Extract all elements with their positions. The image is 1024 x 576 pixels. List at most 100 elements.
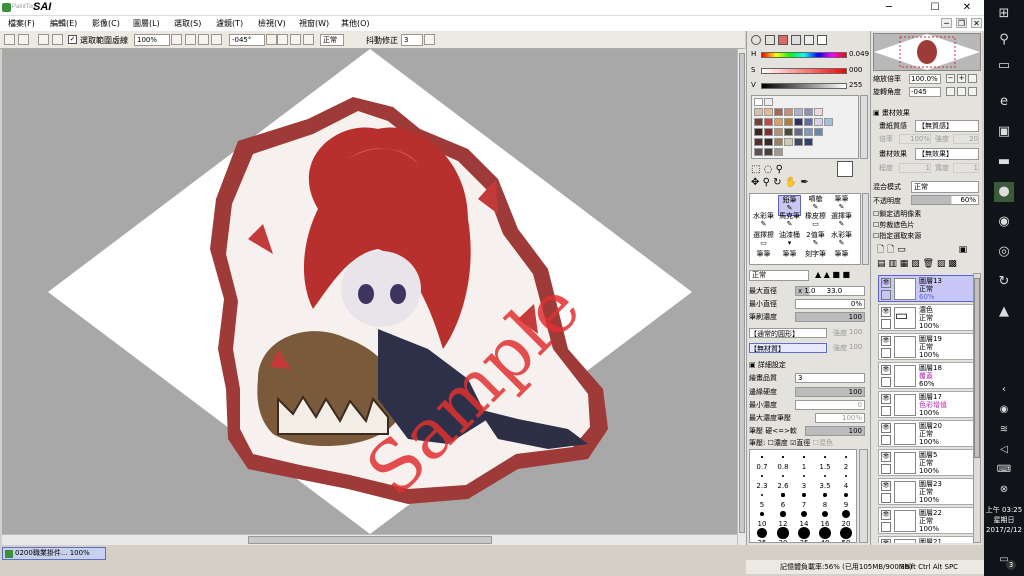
layer-row[interactable]: 👁 圖層20 正常 100% [878,420,973,447]
paper-scale-field[interactable]: 100% [899,134,931,144]
rgb-slider-icon[interactable] [765,35,775,45]
layer-lock-checkbox[interactable] [881,319,891,329]
tool-select-eraser[interactable]: 選擇擦 ▭ [752,231,775,252]
document-tab[interactable]: 0200職業掛件... 100% [2,547,106,560]
brush-size-dot[interactable] [823,474,827,478]
zoom-reset-icon[interactable] [211,34,222,45]
rotate-right-icon[interactable] [290,34,301,45]
swatch-grid[interactable] [751,95,859,159]
zoom-dropdown-icon[interactable] [171,34,182,45]
lasso-icon[interactable]: ◌ [764,164,773,175]
brush-size-dot[interactable] [761,456,763,458]
brush-tip-shapes[interactable]: ▲ ▲ ■ ■ [815,270,865,281]
zoom-in-icon[interactable] [198,34,209,45]
vertical-scrollbar[interactable] [737,49,746,545]
clock[interactable]: 上午 03:25 星期日 2017/2/12 [984,505,1024,545]
menu-file[interactable]: 檔案(F) [8,18,35,29]
layer-lock-checkbox[interactable] [881,377,891,387]
canvas-area[interactable]: Sample [2,49,737,534]
saturation-slider[interactable]: S 000 [751,66,867,75]
blend-mode-select[interactable]: 正常 [911,181,979,193]
new-folder-icon[interactable]: ▭ [897,245,906,255]
paint-tool-sai-icon[interactable]: ● [994,182,1014,202]
layer-row[interactable]: 👁 圖層18 覆蓋 60% [878,362,973,389]
close-button[interactable]: ✕ [950,0,984,16]
brush-size-dot[interactable] [803,456,805,458]
selection-aa-checkbox[interactable]: ✓ [68,35,77,44]
brush-mode-select[interactable]: 正常 [749,270,809,281]
intermediate-color-icon[interactable] [791,35,801,45]
opacity-slider[interactable]: 60% [911,195,979,205]
tool-eraser[interactable]: 橡皮擦 ▭ [804,212,827,233]
eye-icon[interactable]: 👁 [881,510,891,520]
nav-rotate-left-icon[interactable] [946,87,955,96]
density-row[interactable]: 筆刷濃度 100 [749,312,867,323]
sync-icon[interactable]: ↻ [994,272,1014,292]
saturation-bar[interactable] [761,68,847,74]
paper-strength-field[interactable]: 20 [953,134,979,144]
brush-size-dot[interactable] [798,527,810,539]
brush-size-dot[interactable] [777,527,789,539]
nav-zoom-out-icon[interactable]: − [946,74,955,83]
app-icon-2[interactable]: ▲ [994,302,1014,322]
nav-zoom-value[interactable]: 100.0% [909,74,941,84]
menu-select[interactable]: 選取(S) [174,18,201,29]
clipping-row[interactable]: ☐剪裁遮色片 [873,220,914,230]
brush-size-dot[interactable] [760,493,764,497]
nav-zoom-in-icon[interactable]: + [957,74,966,83]
nav-zoom-reset-icon[interactable] [968,74,977,83]
sound-icon[interactable]: ◁ [994,440,1014,460]
max-size-row[interactable]: 最大直徑 x 1.0 33.0 [749,286,867,297]
brush-size-dot[interactable] [840,527,852,539]
clear-icon[interactable]: ⊗ [994,480,1014,500]
brush-size-dot[interactable] [802,474,806,478]
tool-binary-pen[interactable]: 2值筆 ✎ [804,231,827,252]
task-view-icon[interactable]: ▭ [994,56,1014,76]
layer-extra-1-icon[interactable]: ▨ [937,259,946,269]
eye-icon[interactable]: 👁 [881,452,891,462]
layer-lock-checkbox[interactable] [881,522,891,532]
brush-shape-row[interactable]: 【通常的圓形】 強度 100 [749,328,867,339]
brush-size-dot[interactable] [819,527,831,539]
file-explorer-icon[interactable]: ▬ [994,152,1014,172]
brush-shape-select[interactable]: 【通常的圓形】 [749,328,827,338]
eye-icon[interactable]: 👁 [881,307,891,317]
rotate-dropdown-icon[interactable] [266,34,277,45]
pressure-hardness-field[interactable]: 100 [805,426,865,436]
hue-bar[interactable] [761,52,847,58]
edge-browser-icon[interactable]: e [994,92,1014,112]
tool-extra-1[interactable]: 筆筆 [752,250,775,264]
layer-row[interactable]: 👁 圖層5 正常 100% [878,449,973,476]
undo-icon[interactable] [4,34,15,45]
eye-icon[interactable]: 👁 [881,394,891,404]
copy-layer-icon[interactable]: ▤ [877,259,886,269]
menu-filter[interactable]: 濾鏡(T) [216,18,243,29]
zoom-out-icon[interactable] [185,34,196,45]
layer-lock-checkbox[interactable] [881,290,891,300]
fill-layer-icon[interactable]: ▧ [911,259,920,269]
redo-icon[interactable] [18,34,29,45]
media-icon[interactable]: ◎ [994,242,1014,262]
tool-bucket[interactable]: 油漆桶 ▾ [778,231,801,252]
texture-select[interactable]: 【無材質】 [749,343,827,353]
horizontal-scrollbar[interactable] [2,534,737,545]
mdi-restore-icon[interactable]: ❐ [956,18,967,28]
layer-lock-checkbox[interactable] [881,348,891,358]
min-size-field[interactable]: 0% [795,299,865,309]
tool-select-pen[interactable]: 選擇筆 ✎ [830,212,853,233]
delete-layer-icon[interactable]: ▣ [959,245,968,255]
menu-view[interactable]: 檢視(V) [258,18,286,29]
advanced-settings-header[interactable]: ▣ 詳細設定 [749,360,867,371]
brush-size-dot[interactable] [843,492,849,498]
rect-select-icon[interactable]: ⬚ [751,164,760,175]
swatch-scrollbar[interactable] [860,95,868,159]
edge-hardness-row[interactable]: 邊緣硬度 100 [749,387,867,398]
nav-angle-value[interactable]: -045 [909,87,941,97]
brush-size-dot[interactable] [802,493,806,497]
menu-layer[interactable]: 圖層(L) [133,18,160,29]
layer-lock-checkbox[interactable] [881,435,891,445]
rotate-icon[interactable]: ↻ [773,177,781,188]
menu-edit[interactable]: 編輯(E) [50,18,77,29]
tool-extra-4[interactable]: 筆筆 [830,250,853,264]
brush-size-dot[interactable] [780,511,786,517]
